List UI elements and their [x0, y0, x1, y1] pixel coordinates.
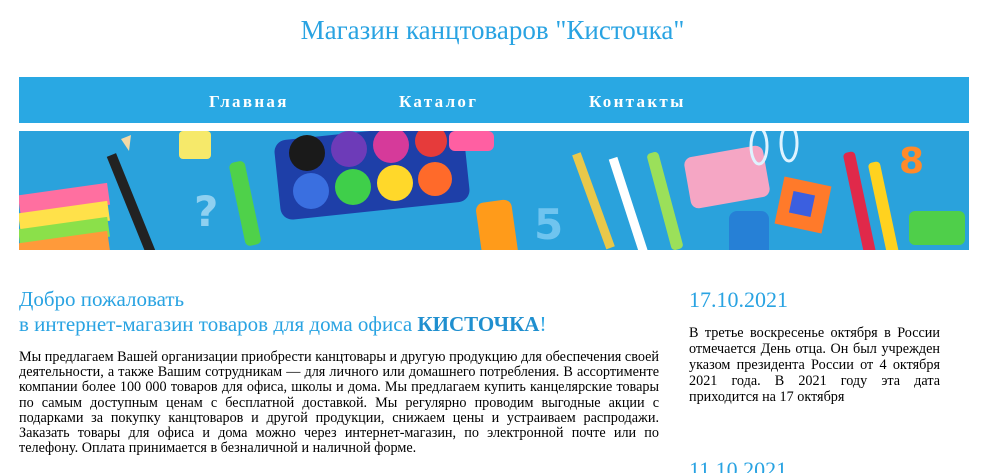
clip-image	[179, 131, 211, 159]
brand-name: КИСТОЧКА	[417, 312, 540, 336]
main-nav: Главная Каталог Контакты	[19, 77, 969, 123]
site-title: Магазин канцтоваров "Кисточка"	[300, 15, 685, 45]
welcome-line-1: Добро пожаловать	[19, 287, 185, 311]
welcome-line-2-prefix: в интернет-магазин товаров для дома офис…	[19, 312, 418, 336]
nav-link-catalog[interactable]: Каталог	[399, 92, 478, 112]
welcome-line-2: в интернет-магазин товаров для дома офис…	[19, 312, 669, 337]
svg-text:8: 8	[899, 141, 924, 182]
news-date: 11.10.2021	[689, 457, 788, 473]
stationery-banner: ? 5 8	[19, 131, 969, 250]
nav-link-home[interactable]: Главная	[209, 92, 289, 112]
svg-text:5: 5	[534, 200, 563, 249]
news-date: 17.10.2021	[689, 287, 788, 312]
news-text: В третье воскресенье октября в России от…	[689, 325, 940, 405]
intro-text: Мы предлагаем Вашей организации приобрес…	[19, 349, 659, 457]
welcome-heading: Добро пожаловать в интернет-магазин това…	[19, 287, 669, 337]
nav-link-contacts[interactable]: Контакты	[589, 92, 686, 112]
cube-toy-image	[774, 176, 832, 234]
svg-text:?: ?	[194, 187, 218, 236]
welcome-line-2-suffix: !	[539, 312, 547, 336]
